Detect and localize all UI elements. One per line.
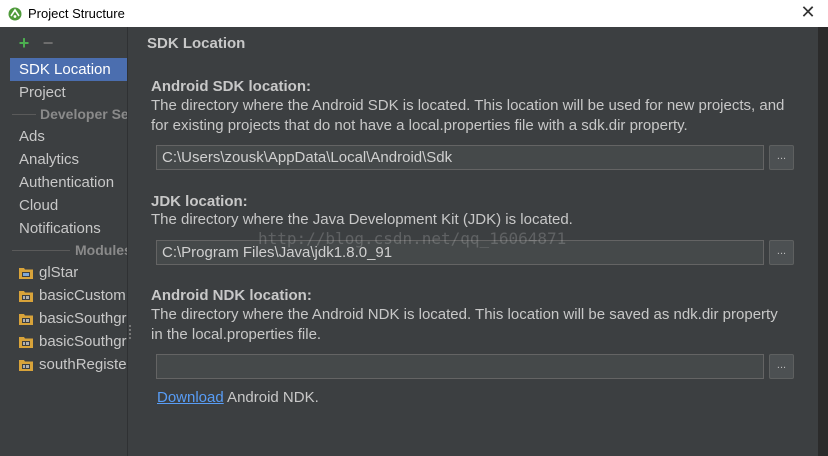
jdk-description: The directory where the Java Development… (151, 211, 573, 228)
page-title: SDK Location (147, 35, 246, 52)
sidebar-item-authentication[interactable]: Authentication (10, 171, 127, 194)
module-item[interactable]: glStar (10, 261, 127, 284)
jdk-browse-button[interactable]: ... (769, 240, 794, 265)
android-ndk-browse-button[interactable]: ... (769, 354, 794, 379)
sidebar-item-notifications[interactable]: Notifications (10, 217, 127, 240)
splitter-handle[interactable] (129, 325, 132, 339)
sidebar: + − SDK Location Project Developer Servi… (10, 27, 128, 456)
android-studio-icon (8, 7, 22, 20)
module-item[interactable]: basicSouthgr (10, 330, 127, 353)
title-bar: Project Structure ✕ (0, 0, 828, 27)
module-item[interactable]: southRegiste (10, 353, 127, 376)
sidebar-item-ads[interactable]: Ads (10, 125, 127, 148)
download-ndk-suffix: Android NDK. (223, 389, 319, 406)
module-label: basicCustom (39, 287, 126, 304)
download-ndk-row: Download Android NDK. (157, 389, 319, 406)
download-ndk-link[interactable]: Download (157, 389, 224, 406)
module-folder-icon (19, 359, 33, 371)
android-ndk-description: The directory where the Android NDK is l… (151, 306, 778, 343)
module-folder-icon (19, 290, 33, 302)
sidebar-item-cloud[interactable]: Cloud (10, 194, 127, 217)
jdk-title: JDK location: (151, 193, 248, 210)
module-folder-icon (19, 313, 33, 325)
module-label: glStar (39, 264, 79, 281)
android-ndk-title: Android NDK location: (151, 287, 312, 304)
sidebar-item-analytics[interactable]: Analytics (10, 148, 127, 171)
module-label: southRegiste (39, 356, 127, 373)
module-folder-icon (19, 267, 33, 279)
developer-services-header: Developer Services (10, 104, 127, 125)
window-title: Project Structure (28, 6, 125, 21)
left-border (0, 27, 10, 456)
android-sdk-browse-button[interactable]: ... (769, 145, 794, 170)
module-label: basicSouthgr (39, 310, 127, 327)
add-icon[interactable]: + (16, 34, 32, 52)
android-sdk-path-input[interactable] (156, 145, 764, 170)
module-folder-icon (19, 336, 33, 348)
module-item[interactable]: basicCustom (10, 284, 127, 307)
sdk-location-panel: SDK Location Android SDK location: The d… (147, 27, 802, 456)
module-label: basicSouthgr (39, 333, 127, 350)
sidebar-toolbar: + − (10, 27, 127, 58)
sidebar-item-sdk-location[interactable]: SDK Location (10, 58, 127, 81)
android-sdk-title: Android SDK location: (151, 78, 311, 95)
jdk-path-input[interactable] (156, 240, 764, 265)
module-item[interactable]: basicSouthgr (10, 307, 127, 330)
remove-icon[interactable]: − (40, 34, 56, 52)
modules-header: Modules (10, 240, 127, 261)
close-button[interactable]: ✕ (800, 3, 816, 21)
sidebar-item-project[interactable]: Project (10, 81, 127, 104)
header-divider (12, 114, 36, 115)
project-structure-dialog: + − SDK Location Project Developer Servi… (0, 27, 828, 456)
right-border (818, 27, 828, 456)
android-ndk-path-input[interactable] (156, 354, 764, 379)
android-sdk-description: The directory where the Android SDK is l… (151, 97, 785, 134)
header-divider (12, 250, 70, 251)
